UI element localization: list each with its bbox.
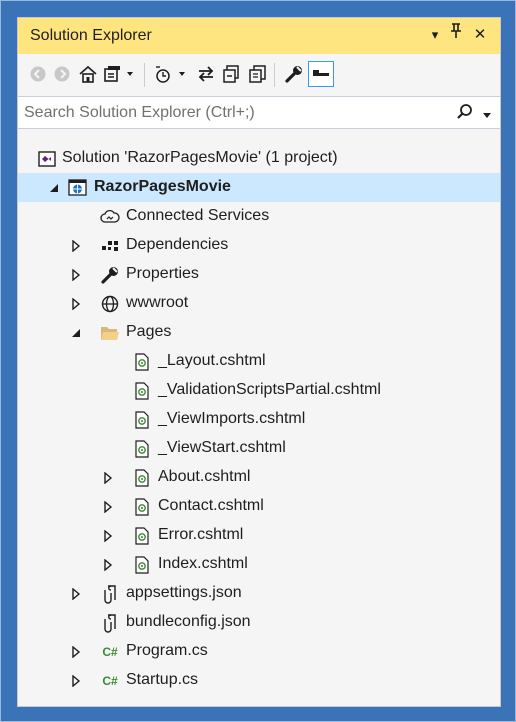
tree-item-program[interactable]: C# Program.cs (18, 637, 500, 666)
tree-item-project[interactable]: RazorPagesMovie (18, 173, 500, 202)
tree-item-error[interactable]: Error.cshtml (18, 521, 500, 550)
close-icon[interactable]: ✕ (470, 23, 490, 47)
razor-file-icon (132, 352, 152, 372)
razor-file-icon (132, 381, 152, 401)
tree-item-label: About.cshtml (158, 468, 251, 485)
sync-with-active-document-icon[interactable] (194, 62, 218, 86)
show-all-files-icon[interactable] (246, 62, 270, 86)
collapsed-arrow-icon[interactable] (102, 529, 114, 543)
json-file-icon (100, 613, 120, 633)
tree-item-label: bundleconfig.json (126, 613, 251, 630)
tree-item-label: Contact.cshtml (158, 497, 264, 514)
solution-explorer-panel: Solution Explorer ▾ ✕ Search Solution Ex… (17, 17, 501, 707)
tree-item-label: Startup.cs (126, 671, 199, 688)
tree-item-dependencies[interactable]: Dependencies (18, 231, 500, 260)
forward-icon[interactable] (50, 62, 74, 86)
razor-file-icon (132, 526, 152, 546)
collapsed-arrow-icon[interactable] (70, 645, 82, 659)
pending-changes-filter-icon[interactable] (152, 62, 190, 86)
tree-item-view-start[interactable]: _ViewStart.cshtml (18, 434, 500, 463)
collapsed-arrow-icon[interactable] (70, 674, 82, 688)
tree-item-startup[interactable]: C# Startup.cs (18, 666, 500, 695)
tree-item-validation-scripts-partial[interactable]: _ValidationScriptsPartial.cshtml (18, 376, 500, 405)
window-position-dropdown-icon[interactable]: ▾ (426, 23, 444, 47)
search-options-dropdown-icon[interactable] (482, 107, 492, 125)
tree-item-index[interactable]: Index.cshtml (18, 550, 500, 579)
razor-file-icon (132, 439, 152, 459)
visual-studio-solution-icon (38, 149, 58, 169)
tree-item-label: appsettings.json (126, 584, 242, 601)
toolbar-separator (144, 63, 145, 87)
tree-item-label: _ViewStart.cshtml (158, 439, 286, 456)
tree-item-appsettings[interactable]: appsettings.json (18, 579, 500, 608)
expanded-arrow-icon[interactable] (48, 181, 60, 193)
collapsed-arrow-icon[interactable] (70, 587, 82, 601)
toolbar-separator (274, 63, 275, 87)
tree-item-label: _ValidationScriptsPartial.cshtml (158, 381, 381, 398)
tree-item-label: _Layout.cshtml (158, 352, 266, 369)
collapsed-arrow-icon[interactable] (70, 297, 82, 311)
home-icon[interactable] (76, 62, 100, 86)
auto-hide-pin-icon[interactable] (446, 23, 466, 47)
collapsed-arrow-icon[interactable] (102, 558, 114, 572)
web-project-icon (68, 178, 88, 198)
tree-item-connected-services[interactable]: Connected Services (18, 202, 500, 231)
tree-item-about[interactable]: About.cshtml (18, 463, 500, 492)
collapsed-arrow-icon[interactable] (70, 239, 82, 253)
search-icon[interactable] (456, 103, 474, 126)
tree-item-label: Properties (126, 265, 199, 282)
collapsed-arrow-icon[interactable] (102, 500, 114, 514)
tree-item-properties[interactable]: Properties (18, 260, 500, 289)
connected-services-cloud-icon (100, 207, 120, 227)
tree-item-label: Solution 'RazorPagesMovie' (1 project) (62, 149, 338, 166)
tree-item-bundleconfig[interactable]: bundleconfig.json (18, 608, 500, 637)
search-box (18, 96, 500, 129)
wrench-icon (100, 265, 120, 285)
tree-item-label: Dependencies (126, 236, 229, 253)
panel-title: Solution Explorer (30, 27, 152, 44)
expanded-arrow-icon[interactable] (70, 326, 82, 338)
tree-item-pages[interactable]: Pages (18, 318, 500, 347)
title-bar: Solution Explorer ▾ ✕ (18, 18, 500, 55)
preview-selected-items-icon[interactable] (308, 61, 334, 87)
back-icon[interactable] (26, 62, 50, 86)
search-input[interactable] (22, 101, 446, 125)
tree-item-label: _ViewImports.cshtml (158, 410, 306, 427)
toolbar (18, 54, 500, 96)
collapsed-arrow-icon[interactable] (102, 471, 114, 485)
csharp-file-icon: C# (102, 674, 118, 688)
tree-item-label: Program.cs (126, 642, 208, 659)
tree-item-layout[interactable]: _Layout.cshtml (18, 347, 500, 376)
razor-file-icon (132, 410, 152, 430)
globe-icon (100, 294, 120, 314)
dependencies-icon (100, 236, 120, 256)
razor-file-icon (132, 497, 152, 517)
tree-item-label: Index.cshtml (158, 555, 248, 572)
solution-tree: Solution 'RazorPagesMovie' (1 project) R… (18, 130, 500, 706)
tree-item-wwwroot[interactable]: wwwroot (18, 289, 500, 318)
tree-item-label: wwwroot (126, 294, 189, 311)
tree-item-label: RazorPagesMovie (94, 178, 231, 195)
razor-file-icon (132, 555, 152, 575)
tree-item-label: Pages (126, 323, 172, 340)
tree-item-view-imports[interactable]: _ViewImports.cshtml (18, 405, 500, 434)
tree-item-solution[interactable]: Solution 'RazorPagesMovie' (1 project) (18, 144, 500, 173)
tree-item-contact[interactable]: Contact.cshtml (18, 492, 500, 521)
window-frame: Solution Explorer ▾ ✕ Search Solution Ex… (0, 0, 516, 722)
open-folder-icon (100, 323, 120, 343)
switch-views-icon[interactable] (102, 62, 136, 86)
json-file-icon (100, 584, 120, 604)
collapse-all-icon[interactable] (220, 62, 244, 86)
razor-file-icon (132, 468, 152, 488)
csharp-file-icon: C# (102, 645, 118, 659)
properties-wrench-icon[interactable] (282, 62, 306, 86)
collapsed-arrow-icon[interactable] (70, 268, 82, 282)
tree-item-label: Error.cshtml (158, 526, 244, 543)
tree-item-label: Connected Services (126, 207, 270, 224)
